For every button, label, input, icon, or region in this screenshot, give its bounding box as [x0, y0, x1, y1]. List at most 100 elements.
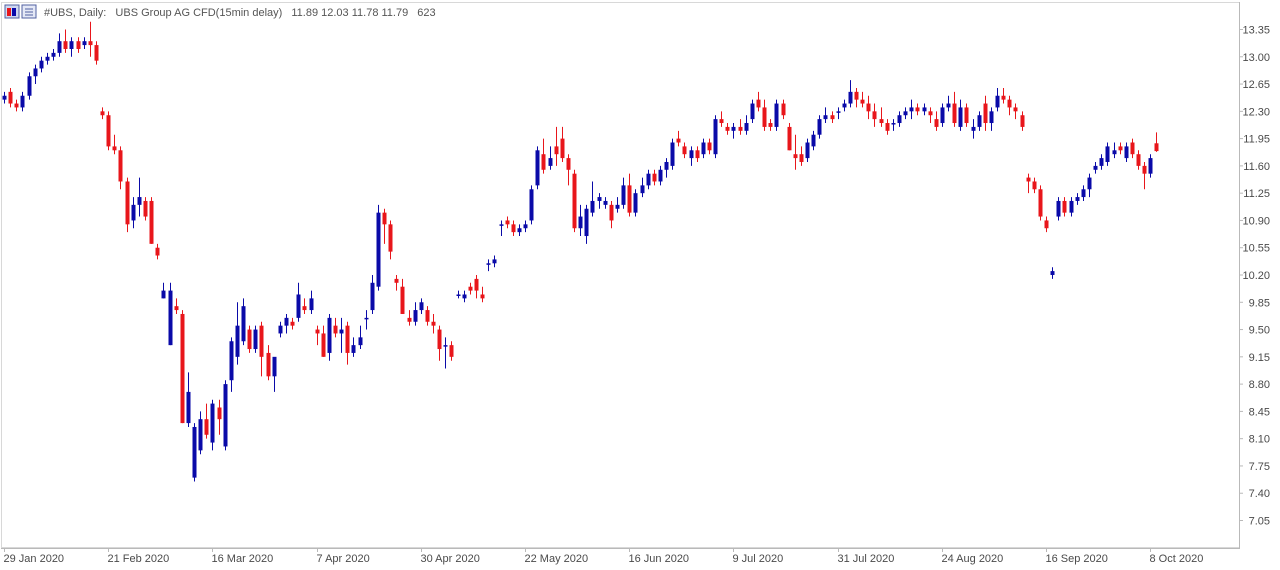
- candle-body: [174, 306, 179, 311]
- candle-body: [112, 146, 117, 151]
- candle-body: [370, 282, 375, 311]
- candle-body: [1112, 150, 1117, 155]
- y-tick-label: 8.10: [1249, 434, 1270, 446]
- candle-body: [1001, 95, 1006, 100]
- x-tick-label: 16 Mar 2020: [212, 553, 274, 565]
- y-tick-label: 9.15: [1249, 352, 1270, 364]
- candle-body: [1007, 99, 1012, 108]
- candle-body: [517, 228, 522, 233]
- candle-body: [787, 126, 792, 151]
- chart-window-icon[interactable]: [4, 4, 20, 19]
- x-tick-label: 29 Jan 2020: [4, 553, 65, 565]
- candle-body: [247, 329, 252, 350]
- candle-body: [1069, 200, 1074, 213]
- candle-body: [302, 306, 307, 311]
- x-tick-label: 8 Oct 2020: [1150, 553, 1204, 565]
- candle-body: [186, 391, 191, 424]
- candle-body: [321, 333, 326, 357]
- candle: [1038, 185, 1043, 221]
- candle-body: [928, 111, 933, 116]
- candle-body: [989, 111, 994, 124]
- candle-body: [69, 41, 74, 49]
- candle-body: [541, 154, 546, 170]
- candle-body: [45, 56, 50, 61]
- candle-body: [879, 119, 884, 124]
- chart-header: #UBS, Daily: UBS Group AG CFD(15min dela…: [44, 7, 436, 19]
- candle-body: [309, 298, 314, 311]
- candle-body: [1087, 177, 1092, 190]
- candle-body: [382, 212, 387, 225]
- candle-body: [63, 41, 68, 49]
- candle-body: [934, 119, 939, 127]
- candle-body: [891, 123, 896, 125]
- candle-body: [682, 146, 687, 155]
- candle-body: [1154, 143, 1159, 152]
- candle: [106, 111, 111, 151]
- y-tick-label: 11.25: [1243, 188, 1270, 200]
- candle-body: [646, 173, 651, 186]
- candle-body: [572, 173, 577, 229]
- candle-body: [94, 45, 99, 61]
- candle-body: [854, 91, 859, 100]
- candle: [376, 204, 381, 291]
- candle: [529, 185, 534, 225]
- candle-body: [492, 259, 497, 264]
- candle-body: [897, 115, 902, 124]
- candle-body: [946, 103, 951, 108]
- x-tick-label: 16 Sep 2020: [1046, 553, 1108, 565]
- candle-body: [554, 146, 559, 155]
- x-tick-label: 22 May 2020: [525, 553, 589, 565]
- candle-body: [443, 345, 448, 347]
- candle-body: [535, 150, 540, 186]
- candle-body: [768, 123, 773, 127]
- candle-body: [830, 115, 835, 120]
- x-tick-label: 21 Feb 2020: [108, 553, 170, 565]
- candle: [253, 325, 258, 353]
- candle-body: [486, 263, 491, 265]
- candle-body: [1130, 142, 1135, 155]
- x-tick-label: 16 Jun 2020: [629, 553, 690, 565]
- candle-body: [266, 352, 271, 377]
- candle: [713, 115, 718, 159]
- candle-body: [39, 60, 44, 69]
- candle-body: [462, 294, 467, 299]
- candle-body: [480, 294, 485, 299]
- candle-body: [952, 103, 957, 124]
- candle-body: [603, 200, 608, 205]
- candle-body: [578, 216, 583, 229]
- candle-body: [719, 119, 724, 124]
- candle: [774, 99, 779, 131]
- candle-body: [131, 204, 136, 221]
- candle-body: [376, 212, 381, 287]
- chart-menu-icon[interactable]: [21, 4, 37, 19]
- candle-body: [413, 310, 418, 322]
- candle-body: [449, 345, 454, 357]
- candle-body: [940, 107, 945, 124]
- candle-body: [180, 313, 185, 424]
- candle-body: [1050, 271, 1055, 275]
- candle-body: [621, 185, 626, 205]
- candle-body: [701, 142, 706, 155]
- candle-body: [529, 189, 534, 221]
- candle-body: [394, 278, 399, 283]
- candle-body: [168, 290, 173, 346]
- candle-body: [590, 200, 595, 213]
- candle-body: [1062, 200, 1067, 213]
- candle-body: [27, 76, 32, 96]
- candle-body: [689, 150, 694, 159]
- candle-body: [799, 154, 804, 162]
- candle-body: [805, 142, 810, 159]
- candle: [223, 380, 228, 451]
- candle-body: [57, 41, 62, 53]
- candle-body: [707, 142, 712, 151]
- candle-body: [217, 407, 222, 420]
- candle-body: [811, 134, 816, 147]
- candle-body: [1032, 181, 1037, 190]
- candle-body: [1142, 165, 1147, 174]
- candle-body: [866, 103, 871, 112]
- candle-body: [922, 107, 927, 112]
- y-tick-label: 13.00: [1242, 52, 1270, 64]
- candle-body: [204, 419, 209, 435]
- candle-body: [143, 200, 148, 217]
- candle-body: [1038, 189, 1043, 217]
